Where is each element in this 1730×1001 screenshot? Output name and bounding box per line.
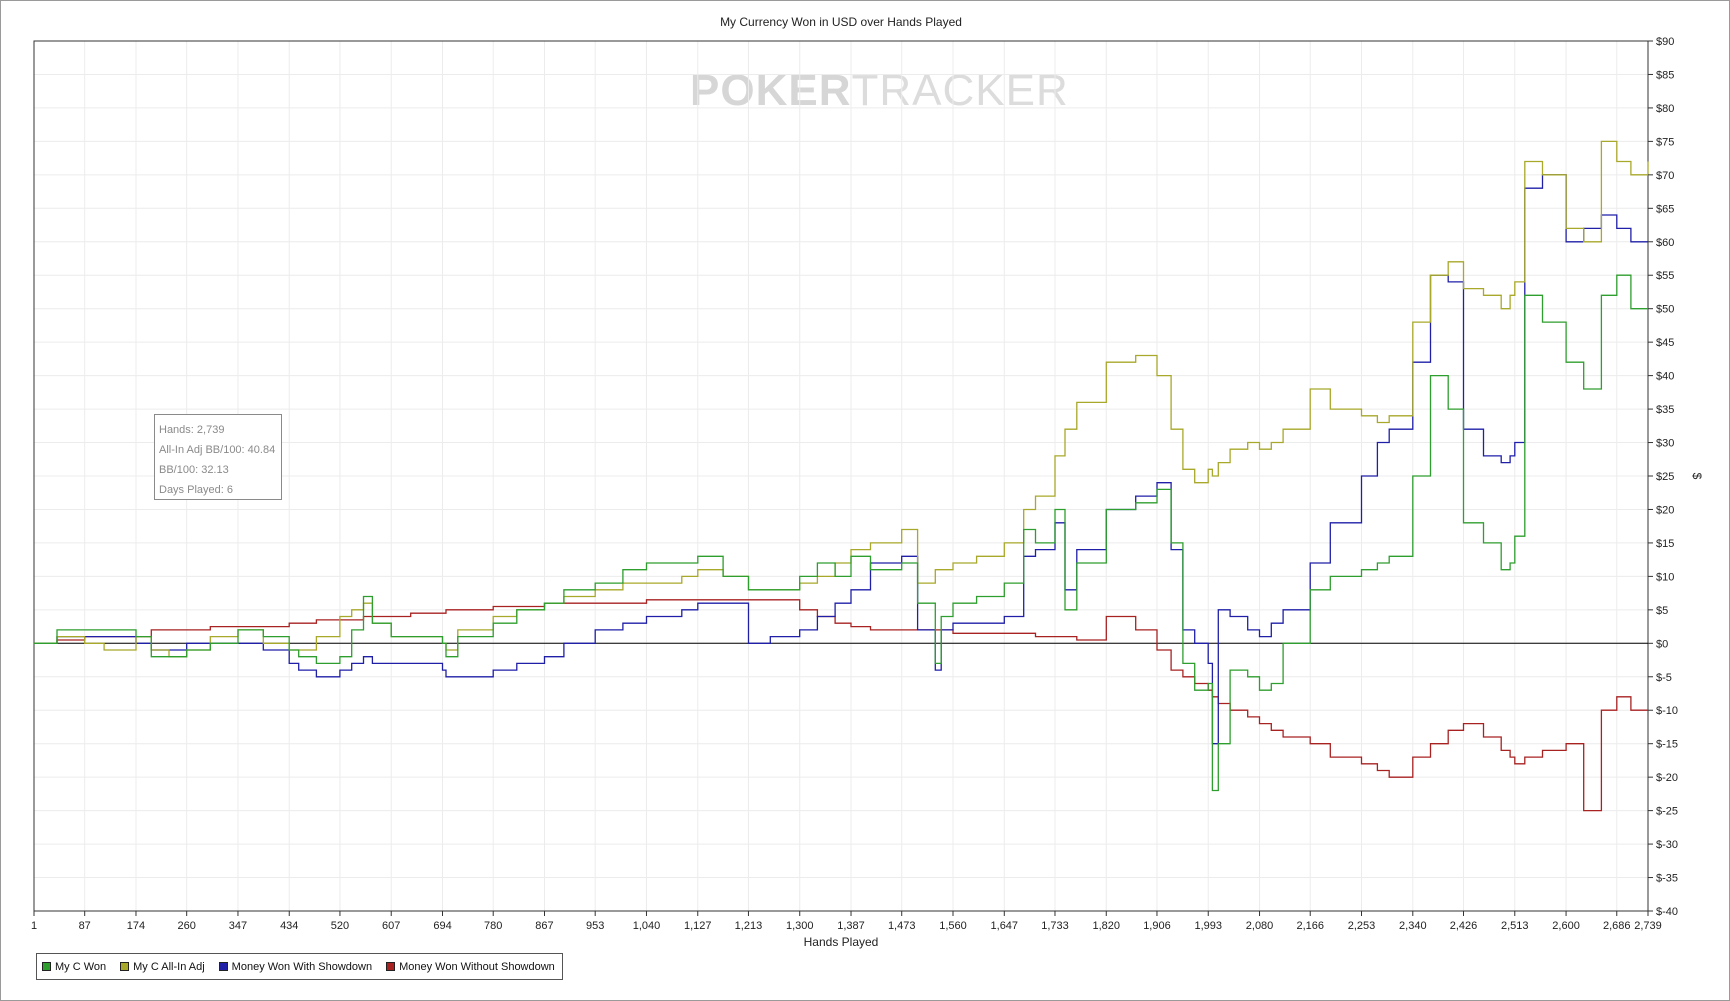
x-tick-label: 2,600 xyxy=(1552,920,1580,932)
stats-days-played: Days Played: 6 xyxy=(159,484,233,496)
x-tick-label: 2,739 xyxy=(1634,920,1662,932)
y-tick-label: $55 xyxy=(1656,270,1674,282)
legend-item-won: My C Won xyxy=(42,961,106,973)
x-tick-label: 867 xyxy=(535,920,553,932)
series-my-c-allin-adj-line xyxy=(34,140,1649,658)
x-tick-label: 2,253 xyxy=(1348,920,1376,932)
y-tick-label: $45 xyxy=(1656,337,1674,349)
x-tick-label: 1,213 xyxy=(735,920,763,932)
x-tick-label: 1,127 xyxy=(684,920,712,932)
legend-swatch-showdown xyxy=(218,962,228,971)
legend-label-showdown: Money Won With Showdown xyxy=(231,960,373,973)
y-tick-label: $60 xyxy=(1656,237,1674,249)
y-tick-label: $-35 xyxy=(1656,873,1678,885)
y-tick-label: $35 xyxy=(1656,404,1674,416)
y-axis-ticks: $90 $85 $80 $75 $70 $65 $60 $55 $50 $45 $40 $35 $30 $… xyxy=(1648,36,1678,918)
y-tick-label: $30 xyxy=(1656,438,1674,450)
y-tick-label: $5 xyxy=(1656,605,1668,617)
x-tick-label: 260 xyxy=(177,920,195,932)
x-tick-label: 1,647 xyxy=(991,920,1019,932)
y-tick-label: $-20 xyxy=(1656,772,1678,784)
y-tick-label: $20 xyxy=(1656,504,1674,516)
x-tick-label: 694 xyxy=(433,920,451,932)
x-tick-label: 1,733 xyxy=(1041,920,1069,932)
x-tick-label: 1,473 xyxy=(888,920,916,932)
y-tick-label: $70 xyxy=(1656,170,1674,182)
x-tick-label: 2,166 xyxy=(1296,920,1324,932)
legend-label-nonshowdown: Money Won Without Showdown xyxy=(399,960,555,973)
chart-title: My Currency Won in USD over Hands Played xyxy=(720,15,962,29)
x-tick-label: 1,560 xyxy=(939,920,967,932)
chart-svg: My Currency Won in USD over Hands Played… xyxy=(31,15,1704,949)
x-tick-label: 2,340 xyxy=(1399,920,1427,932)
x-tick-label: 1 xyxy=(31,920,37,932)
x-tick-label: 2,686 xyxy=(1603,920,1631,932)
x-tick-label: 1,993 xyxy=(1194,920,1222,932)
y-tick-label: $-40 xyxy=(1656,906,1678,918)
x-tick-label: 2,513 xyxy=(1501,920,1529,932)
x-axis-title: Hands Played xyxy=(804,935,879,949)
legend-swatch-won xyxy=(42,962,51,971)
stats-bb100: BB/100: 32.13 xyxy=(159,464,229,476)
x-tick-label: 174 xyxy=(127,920,145,932)
y-tick-label: $80 xyxy=(1656,103,1674,115)
legend-item-nonshowdown: Money Won Without Showdown xyxy=(386,961,555,973)
x-tick-label: 347 xyxy=(229,920,247,932)
x-tick-label: 434 xyxy=(280,920,298,932)
y-tick-label: $25 xyxy=(1656,471,1674,483)
x-tick-label: 1,300 xyxy=(786,920,814,932)
x-tick-label: 1,040 xyxy=(633,920,661,932)
stats-tooltip: Hands: 2,739 All-In Adj BB/100: 40.84 BB… xyxy=(154,414,282,500)
legend-item-showdown: Money Won With Showdown xyxy=(218,960,373,973)
y-tick-label: $-5 xyxy=(1656,672,1672,684)
y-tick-label: $-10 xyxy=(1656,705,1678,717)
legend-item-allin: My C All-In Adj xyxy=(120,961,205,973)
y-tick-label: $-30 xyxy=(1656,839,1678,851)
y-tick-label: $-25 xyxy=(1656,806,1678,818)
x-axis-ticks: 1 87 174 260 347 434 520 607 694 780 867 953 1,040 1,… xyxy=(31,911,1662,932)
legend-label-won: My C Won xyxy=(55,960,107,973)
x-tick-label: 1,906 xyxy=(1143,920,1171,932)
series-money-won-without-showdown-line xyxy=(34,599,1648,812)
y-tick-label: $-15 xyxy=(1656,739,1678,751)
x-tick-label: 2,426 xyxy=(1450,920,1478,932)
x-tick-label: 607 xyxy=(382,920,400,932)
y-tick-label: $10 xyxy=(1656,571,1674,583)
y-tick-label: $85 xyxy=(1656,69,1674,81)
stats-allin-bb100: All-In Adj BB/100: 40.84 xyxy=(159,444,276,456)
x-tick-label: 1,820 xyxy=(1093,920,1121,932)
x-tick-label: 780 xyxy=(484,920,502,932)
y-axis-title: $ xyxy=(1690,473,1704,480)
x-tick-label: 1,387 xyxy=(837,920,865,932)
y-tick-label: $50 xyxy=(1656,304,1674,316)
x-tick-label: 520 xyxy=(331,920,349,932)
y-tick-label: $15 xyxy=(1656,538,1674,550)
stats-hands: Hands: 2,739 xyxy=(159,424,225,436)
series-my-c-won-line xyxy=(34,274,1648,792)
x-tick-label: 2,080 xyxy=(1246,920,1274,932)
y-tick-label: $90 xyxy=(1656,36,1674,48)
y-tick-label: $65 xyxy=(1656,203,1674,215)
chart-legend: My C Won My C All-In Adj Money Won With … xyxy=(36,953,563,980)
x-tick-label: 953 xyxy=(586,920,604,932)
x-tick-label: 87 xyxy=(79,920,91,932)
legend-label-allin: My C All-In Adj xyxy=(133,960,205,973)
y-tick-label: $0 xyxy=(1656,638,1668,650)
legend-swatch-nonshowdown xyxy=(386,962,396,971)
y-tick-label: $75 xyxy=(1656,136,1674,148)
legend-swatch-allin xyxy=(120,962,130,971)
y-tick-label: $40 xyxy=(1656,371,1674,383)
